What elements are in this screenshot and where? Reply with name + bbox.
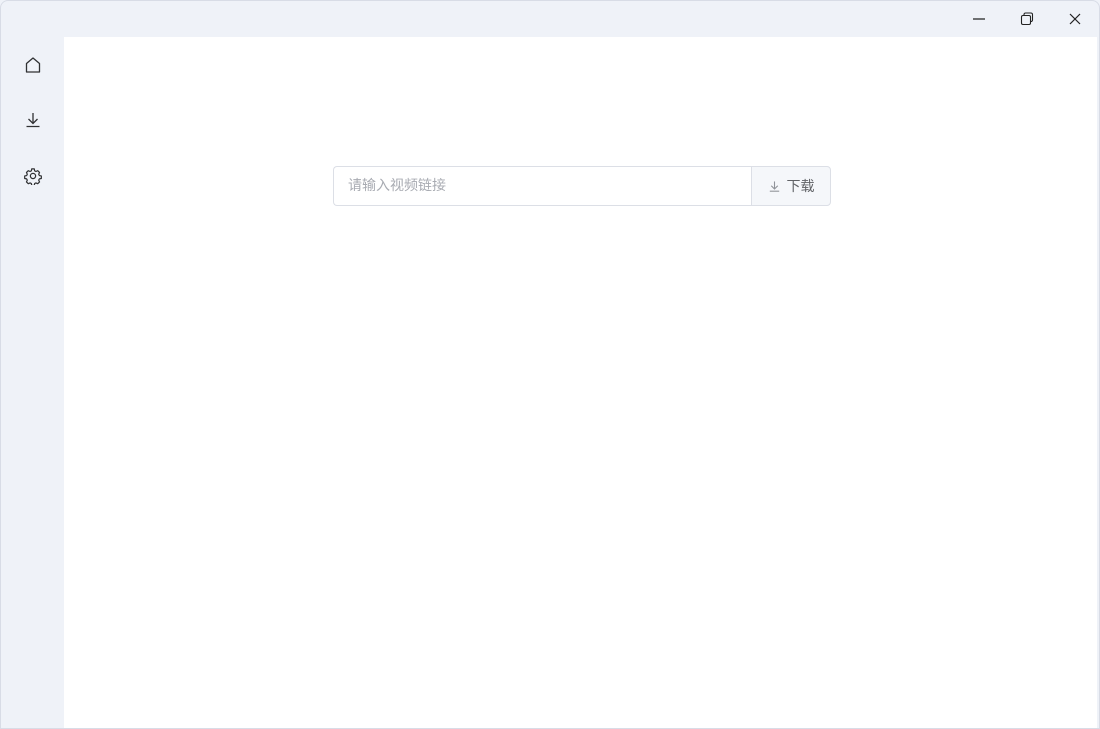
gear-icon [24,168,42,185]
main-content: 下载 [64,37,1097,728]
home-icon [25,57,41,73]
sidebar [1,37,64,728]
minimize-button[interactable] [955,1,1003,37]
title-bar [955,1,1099,37]
minimize-icon [973,18,985,20]
close-icon [1069,13,1081,25]
download-icon [26,113,40,128]
url-input-group: 下载 [333,166,831,206]
sidebar-item-settings[interactable] [17,160,49,192]
download-icon [769,180,779,192]
restore-icon [1020,12,1034,26]
download-button-label: 下载 [786,179,815,195]
app-window: 下载 [0,0,1100,729]
close-button[interactable] [1051,1,1099,37]
restore-button[interactable] [1003,1,1051,37]
sidebar-item-downloads[interactable] [17,104,49,136]
download-button[interactable]: 下载 [751,166,831,206]
video-url-input[interactable] [333,166,751,206]
sidebar-item-home[interactable] [17,49,49,81]
